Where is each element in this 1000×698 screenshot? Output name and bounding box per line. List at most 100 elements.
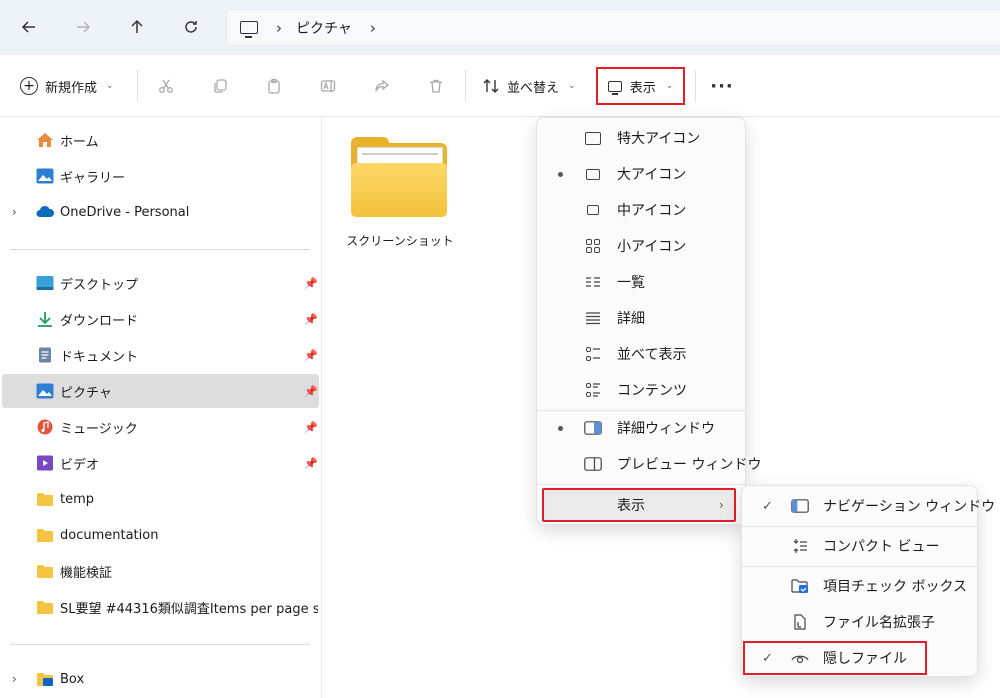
sidebar-item-box[interactable]: › Box	[0, 662, 320, 696]
sidebar-item-gallery[interactable]: ギャラリー	[0, 159, 320, 193]
download-icon	[36, 311, 54, 327]
pin-icon[interactable]: 📌	[304, 457, 318, 470]
menu-item-details[interactable]: 詳細	[537, 300, 745, 336]
new-button[interactable]: + 新規作成 ⌄	[20, 73, 114, 99]
sidebar-item-label: デスクトップ	[60, 277, 139, 293]
preview-pane-icon	[584, 456, 602, 472]
checkmark-icon: ✓	[762, 498, 773, 514]
eye-icon	[790, 650, 810, 666]
breadcrumb-item-pictures[interactable]: ピクチャ	[296, 18, 352, 38]
pin-icon[interactable]: 📌	[304, 277, 318, 290]
chevron-right-icon[interactable]: ›	[370, 19, 376, 37]
back-icon[interactable]	[14, 12, 44, 42]
pin-icon[interactable]: 📌	[304, 349, 318, 362]
menu-item-preview-pane[interactable]: プレビュー ウィンドウ	[537, 446, 761, 482]
view-icon	[607, 80, 622, 95]
chevron-right-icon[interactable]: ›	[276, 19, 282, 37]
menu-item-hidden-items[interactable]: ✓ 隠しファイル	[742, 640, 977, 676]
copy-icon[interactable]	[207, 73, 233, 99]
tiles-icon	[584, 346, 602, 362]
desktop-icon	[36, 275, 54, 291]
sidebar-item-feature-test[interactable]: 機能検証	[0, 554, 320, 588]
menu-item-show[interactable]: 表示 ›	[542, 488, 736, 522]
plus-icon: +	[20, 77, 38, 95]
this-pc-icon[interactable]	[240, 21, 258, 38]
menu-item-file-extensions[interactable]: ファイル名拡張子	[742, 604, 977, 640]
pictures-icon	[36, 383, 54, 399]
menu-item-list[interactable]: 一覧	[537, 264, 745, 300]
menu-item-item-checkboxes[interactable]: 項目チェック ボックス	[742, 568, 977, 604]
menu-item-compact-view[interactable]: コンパクト ビュー	[742, 528, 977, 564]
menu-item-medium-icons[interactable]: 中アイコン	[537, 192, 745, 228]
menu-divider	[742, 526, 977, 527]
folder-icon	[36, 563, 54, 579]
menu-divider	[742, 566, 977, 567]
view-button[interactable]: 表示 ⌄	[596, 67, 685, 105]
share-icon[interactable]	[369, 73, 395, 99]
selected-bullet-icon	[558, 171, 563, 177]
menu-item-large-icons[interactable]: 大アイコン	[537, 156, 745, 192]
menu-item-label: プレビュー ウィンドウ	[617, 457, 762, 473]
sidebar-item-sl-request[interactable]: SL要望 #44316類似調査Items per page selec	[0, 590, 320, 624]
sidebar-item-temp[interactable]: temp	[0, 482, 320, 516]
sort-button[interactable]: 並べ替え ⌄	[482, 73, 576, 99]
sidebar-item-label: ホーム	[60, 134, 99, 150]
delete-icon[interactable]	[423, 73, 449, 99]
menu-item-label: コンテンツ	[617, 383, 687, 399]
cut-icon[interactable]	[153, 73, 179, 99]
menu-item-content[interactable]: コンテンツ	[537, 372, 745, 408]
chevron-right-icon[interactable]: ›	[12, 672, 17, 686]
menu-item-extra-large-icons[interactable]: 特大アイコン	[537, 120, 745, 156]
sidebar-item-pictures[interactable]: ピクチャ 📌	[2, 374, 319, 408]
refresh-icon[interactable]	[176, 12, 206, 42]
folder-icon	[351, 137, 447, 217]
sidebar-item-documents[interactable]: ドキュメント 📌	[0, 338, 320, 372]
chevron-right-icon[interactable]: ›	[12, 205, 17, 219]
sidebar-item-label: ミュージック	[60, 421, 138, 437]
extra-large-icons-icon	[584, 130, 602, 146]
sidebar-item-label: SL要望 #44316類似調査Items per page selec	[60, 601, 318, 617]
checkbox-folder-icon	[790, 578, 810, 594]
sidebar-item-videos[interactable]: ビデオ 📌	[0, 446, 320, 480]
folder-icon	[36, 599, 54, 615]
show-submenu: ✓ ナビゲーション ウィンドウ コンパクト ビュー 項目チェック ボックス ファ…	[741, 485, 995, 677]
sidebar-item-label: ピクチャ	[60, 385, 112, 401]
pin-icon[interactable]: 📌	[304, 421, 318, 434]
selected-bullet-icon	[558, 425, 563, 431]
menu-divider	[537, 484, 745, 485]
sort-icon	[483, 79, 499, 93]
sidebar-item-desktop[interactable]: デスクトップ 📌	[0, 266, 320, 300]
paste-icon[interactable]	[261, 73, 287, 99]
menu-item-navigation-pane[interactable]: ✓ ナビゲーション ウィンドウ	[742, 488, 995, 524]
menu-item-label: 並べて表示	[617, 347, 687, 363]
menu-item-label: 中アイコン	[617, 203, 687, 219]
sidebar-item-documentation[interactable]: documentation	[0, 518, 320, 552]
sidebar-divider	[10, 644, 310, 645]
rename-icon[interactable]	[315, 73, 341, 99]
menu-item-label: 大アイコン	[617, 167, 687, 183]
pin-icon[interactable]: 📌	[304, 385, 318, 398]
menu-item-label: 隠しファイル	[823, 651, 907, 667]
onedrive-icon	[36, 204, 55, 220]
sidebar-item-home[interactable]: ホーム	[0, 123, 320, 157]
sidebar-item-label: Box	[60, 671, 85, 687]
sidebar-item-downloads[interactable]: ダウンロード 📌	[0, 302, 320, 336]
chevron-down-icon: ⌄	[665, 81, 674, 91]
menu-item-details-pane[interactable]: 詳細ウィンドウ	[537, 410, 745, 446]
chevron-down-icon: ⌄	[106, 81, 114, 91]
details-pane-icon	[584, 420, 602, 436]
up-icon[interactable]	[122, 12, 152, 42]
menu-item-label: 一覧	[617, 275, 645, 291]
breadcrumb[interactable]: › ピクチャ ›	[226, 9, 1000, 46]
more-options-button[interactable]: ···	[709, 73, 735, 99]
gallery-icon	[36, 168, 54, 184]
menu-item-small-icons[interactable]: 小アイコン	[537, 228, 745, 264]
sidebar-item-onedrive[interactable]: › OneDrive - Personal	[0, 195, 320, 229]
sidebar-item-music[interactable]: ミュージック 📌	[0, 410, 320, 444]
divider	[695, 70, 696, 102]
pin-icon[interactable]: 📌	[304, 313, 318, 326]
sidebar-item-label: OneDrive - Personal	[60, 204, 190, 220]
sidebar-divider	[10, 249, 310, 250]
menu-item-tiles[interactable]: 並べて表示	[537, 336, 745, 372]
forward-icon[interactable]	[68, 12, 98, 42]
